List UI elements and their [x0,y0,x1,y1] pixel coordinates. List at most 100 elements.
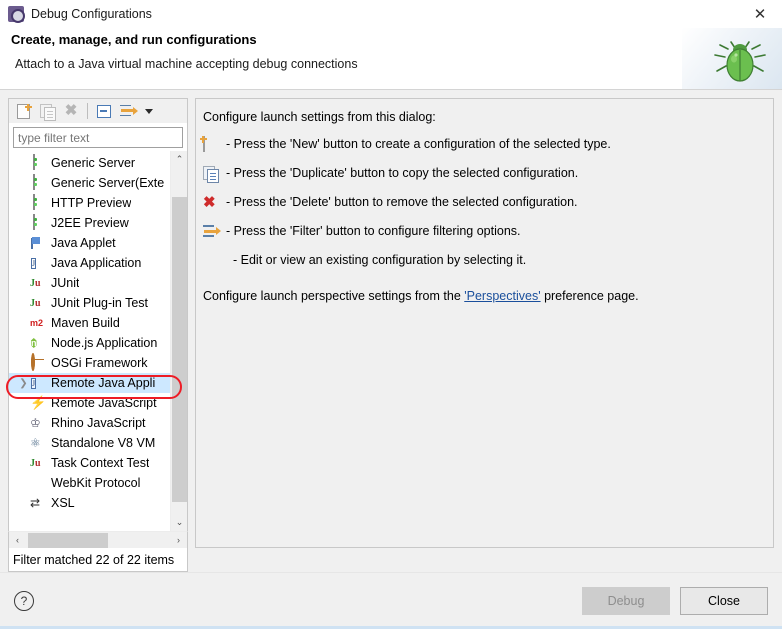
tree-item-label: WebKit Protocol [51,476,141,490]
collapse-all-button[interactable] [93,101,115,122]
debug-configurations-icon [8,6,25,23]
page-title: Create, manage, and run configurations [11,32,257,47]
chevron-right-icon[interactable]: ❯ [17,378,30,389]
tree-item-label: Generic Server(Exte [51,176,165,190]
configurations-tree[interactable]: Generic Server Generic Server(Exte HTTP Pr… [9,151,170,531]
tree-vertical-scrollbar[interactable]: ⌃ ⌄ [170,151,187,531]
details-row-text: - Press the 'New' button to create a con… [226,137,611,151]
tree-item-label: HTTP Preview [51,196,132,210]
dialog-header: Create, manage, and run configurations A… [0,28,782,90]
search-input[interactable] [13,127,183,148]
horizontal-scroll-thumb[interactable] [28,532,108,548]
header-divider [0,89,782,90]
tree-item[interactable]: Generic Server(Exte [9,173,170,193]
details-footer-suffix: preference page. [540,289,639,303]
delete-icon: ✖ [203,194,216,211]
perspectives-link[interactable]: 'Perspectives' [464,289,540,303]
toolbar-divider [87,103,88,119]
tree-item[interactable]: HTTP Preview [9,193,170,213]
tree-item[interactable]: J2EE Preview [9,213,170,233]
tree-item[interactable]: n Node.js Application [9,333,170,353]
filter-area [8,123,188,151]
close-button[interactable]: Close [680,587,768,615]
filter-button[interactable] [117,101,139,122]
tree-item-label: Task Context Test [51,456,150,470]
debug-button[interactable]: Debug [582,587,670,615]
tree-item[interactable]: Generic Server [9,153,170,173]
window-title: Debug Configurations [31,7,152,21]
tree-item[interactable]: ♔ Rhino JavaScript [9,413,170,433]
details-row-new: - Press the 'New' button to create a con… [203,136,763,153]
scroll-up-icon[interactable]: ⌃ [171,151,188,168]
junit-icon: Ju [30,278,41,289]
tree-item-label: J2EE Preview [51,216,129,230]
dialog-body: ✖ Generic Server Generic Server(Exte HTTP … [0,90,782,572]
maven-icon: m2 [30,318,44,328]
tree-item[interactable]: ⚛ Standalone V8 VM [9,433,170,453]
details-row-duplicate: - Press the 'Duplicate' button to copy t… [203,166,763,182]
horizontal-scroll-track[interactable] [26,532,170,548]
delete-icon: ✖ [64,102,78,119]
rhino-icon: ♔ [30,416,41,430]
debug-configurations-dialog: Debug Configurations ✕ Create, manage, a… [0,0,782,629]
tree-item[interactable]: Ju Task Context Test [9,453,170,473]
title-bar: Debug Configurations ✕ [0,0,782,28]
collapse-all-icon [97,104,111,118]
tree-item[interactable]: ❯ J Remote Java Appli [9,373,170,393]
tree-item[interactable]: Ju JUnit [9,273,170,293]
scroll-left-icon[interactable]: ‹ [9,533,26,548]
delete-configuration-button[interactable]: ✖ [60,101,82,122]
tree-item[interactable]: J Java Application [9,253,170,273]
tree-item-label: OSGi Framework [51,356,148,370]
page-subtitle: Attach to a Java virtual machine accepti… [15,57,358,71]
vertical-scroll-thumb[interactable] [172,197,187,502]
new-icon [16,103,32,119]
details-row-filter: - Press the 'Filter' button to configure… [203,224,763,240]
tree-item[interactable]: OSGi Framework [9,353,170,373]
view-menu-button[interactable] [141,101,156,122]
tree-horizontal-scrollbar[interactable]: ‹ › [8,531,188,548]
server-icon [30,174,46,191]
duplicate-configuration-button[interactable] [36,101,58,122]
details-row-delete: ✖ - Press the 'Delete' button to remove … [203,195,763,211]
tree-item[interactable]: m2 Maven Build [9,313,170,333]
new-icon [203,136,221,153]
tree-item-label: Generic Server [51,156,136,170]
server-icon [30,194,46,211]
details-footer-prefix: Configure launch perspective settings fr… [203,289,465,303]
details-row-text: - Edit or view an existing configuration… [233,253,527,267]
help-icon[interactable]: ? [14,591,34,611]
tree-item-label: JUnit Plug-in Test [51,296,149,310]
new-configuration-button[interactable] [12,101,34,122]
v8-icon: ⚛ [30,436,41,450]
scroll-down-icon[interactable]: ⌄ [171,514,188,531]
remote-javascript-icon: ⚡ [30,395,47,410]
details-footer: Configure launch perspective settings fr… [203,289,763,303]
configurations-toolbar: ✖ [8,98,188,123]
xsl-icon: ⇄ [30,496,41,510]
tree-item-label: Java Applet [51,236,116,250]
details-panel: Configure launch settings from this dial… [195,98,774,548]
close-icon[interactable]: ✕ [738,0,782,28]
java-application-icon: J [31,258,37,269]
footer-buttons: Debug Close [582,587,768,615]
server-icon [30,214,46,231]
java-applet-icon [30,235,46,251]
tree-item[interactable]: ⚡ Remote JavaScript [9,393,170,413]
tree-item-label: Standalone V8 VM [51,436,156,450]
tree-item[interactable]: Ju JUnit Plug-in Test [9,293,170,313]
tree-item[interactable]: ⇄ XSL [9,493,170,513]
tree-item[interactable]: WebKit Protocol [9,473,170,493]
osgi-icon [30,353,46,371]
remote-java-application-icon: J [31,378,37,389]
tree-item-label: Java Application [51,256,142,270]
details-row-text: - Press the 'Filter' button to configure… [226,224,521,238]
tree-item-label: JUnit [51,276,80,290]
filter-status-label: Filter matched 22 of 22 items [8,548,188,572]
tree-item[interactable]: Java Applet [9,233,170,253]
tree-item-label: Remote Java Appli [51,376,156,390]
green-bug-icon [714,41,766,82]
filter-icon [203,224,221,240]
tree-item-label: Node.js Application [51,336,158,350]
scroll-right-icon[interactable]: › [170,533,187,548]
